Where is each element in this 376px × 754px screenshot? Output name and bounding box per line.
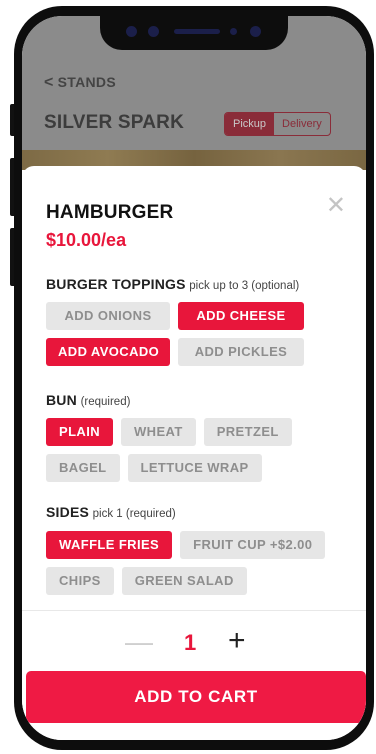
option-lettuce-wrap[interactable]: LETTUCE WRAP	[127, 454, 262, 482]
speaker-grille	[174, 29, 220, 34]
divider	[22, 610, 366, 611]
front-camera-icon	[250, 26, 261, 37]
sides-label: SIDES	[46, 504, 90, 520]
bun-section-label: BUN (required)	[46, 392, 130, 408]
sides-options: WAFFLE FRIES FRUIT CUP +$2.00 CHIPS GREE…	[46, 531, 346, 595]
pickup-tab[interactable]: Pickup	[225, 113, 275, 135]
sides-section-label: SIDES pick 1 (required)	[46, 504, 176, 520]
add-to-cart-button[interactable]: ADD TO CART	[26, 671, 366, 723]
option-add-cheese[interactable]: ADD CHEESE	[178, 302, 304, 330]
option-chips[interactable]: CHIPS	[46, 567, 114, 595]
item-options-sheet: HAMBURGER $10.00/ea ✕ BURGER TOPPINGS pi…	[22, 166, 366, 740]
light-sensor-icon	[230, 28, 237, 35]
phone-screen: < STANDS SILVER SPARK Pickup Delivery HAM…	[22, 16, 366, 740]
quantity-value: 1	[184, 630, 197, 655]
option-waffle-fries[interactable]: WAFFLE FRIES	[46, 531, 173, 559]
delivery-tab[interactable]: Delivery	[274, 113, 330, 135]
option-add-avocado[interactable]: ADD AVOCADO	[46, 338, 170, 366]
option-add-pickles[interactable]: ADD PICKLES	[178, 338, 304, 366]
toppings-hint: pick up to 3 (optional)	[189, 280, 300, 292]
sides-hint: pick 1 (required)	[92, 508, 176, 520]
bun-hint: (required)	[80, 396, 131, 408]
item-price: $10.00/ea	[46, 230, 127, 250]
sensor-icon	[148, 26, 159, 37]
bun-label: BUN	[46, 392, 77, 408]
option-wheat[interactable]: WHEAT	[121, 418, 196, 446]
option-green-salad[interactable]: GREEN SALAD	[121, 567, 247, 595]
option-pretzel[interactable]: PRETZEL	[203, 418, 292, 446]
close-icon[interactable]: ✕	[326, 194, 346, 218]
store-name: SILVER SPARK	[44, 112, 184, 133]
phone-frame: < STANDS SILVER SPARK Pickup Delivery HAM…	[14, 6, 374, 750]
quantity-stepper: — 1 +	[22, 624, 366, 662]
toppings-section-label: BURGER TOPPINGS pick up to 3 (optional)	[46, 276, 299, 292]
fulfillment-toggle[interactable]: Pickup Delivery	[224, 112, 331, 136]
decrease-quantity-button[interactable]: —	[125, 626, 153, 658]
notch	[100, 16, 288, 50]
bun-options: PLAIN WHEAT PRETZEL BAGEL LETTUCE WRAP	[46, 418, 346, 482]
camera-icon	[126, 26, 137, 37]
toppings-label: BURGER TOPPINGS	[46, 276, 186, 292]
option-bagel[interactable]: BAGEL	[46, 454, 120, 482]
item-title: HAMBURGER	[46, 202, 174, 223]
back-link[interactable]: < STANDS	[44, 74, 116, 92]
chevron-left-icon: <	[44, 74, 54, 91]
increase-quantity-button[interactable]: +	[228, 624, 246, 658]
option-fruit-cup[interactable]: FRUIT CUP +$2.00	[180, 531, 326, 559]
option-add-onions[interactable]: ADD ONIONS	[46, 302, 170, 330]
toppings-options: ADD ONIONS ADD CHEESE ADD AVOCADO ADD PI…	[46, 302, 346, 366]
back-label: STANDS	[57, 74, 116, 90]
option-plain[interactable]: PLAIN	[46, 418, 113, 446]
